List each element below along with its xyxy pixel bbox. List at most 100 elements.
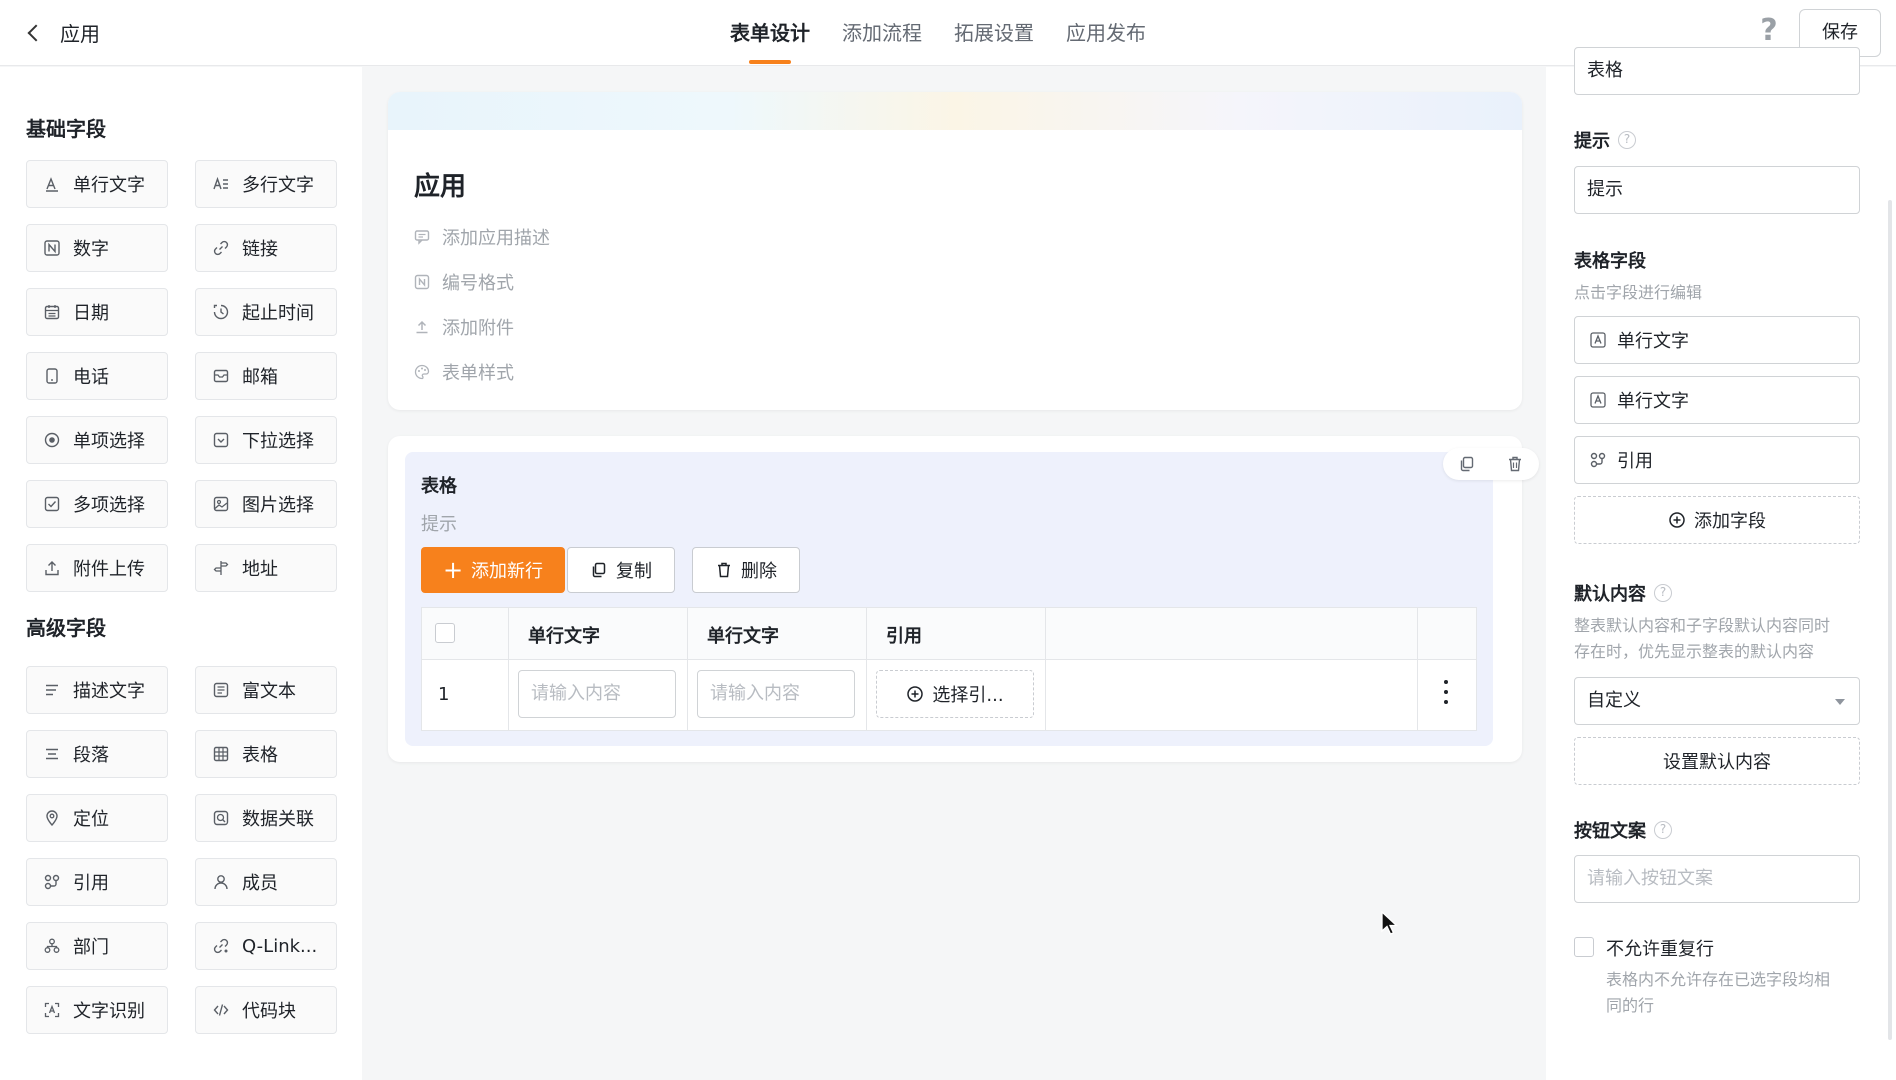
select-reference-button[interactable]: 选择引...: [876, 670, 1034, 718]
default-content-select[interactable]: 自定义: [1574, 677, 1860, 725]
add-description-link[interactable]: 添加应用描述: [414, 224, 550, 250]
palette-field-label: 日期: [73, 303, 109, 324]
palette-field-button[interactable]: 引用: [26, 858, 168, 906]
select-all-checkbox[interactable]: [435, 623, 455, 643]
button-text-input[interactable]: 请输入按钮文案: [1574, 855, 1860, 903]
add-attachment-link[interactable]: 添加附件: [414, 314, 514, 340]
code-icon: [212, 1001, 230, 1019]
table-field-item[interactable]: 引用: [1574, 436, 1860, 484]
question-icon[interactable]: ?: [1618, 131, 1636, 149]
select-ref-label: 选择引...: [932, 685, 1004, 706]
form-style-link[interactable]: 表单样式: [414, 359, 514, 385]
add-row-button[interactable]: + 添加新行: [421, 547, 565, 593]
button-text-label-text: 按钮文案: [1574, 821, 1646, 842]
properties-scrollbar[interactable]: [1888, 200, 1892, 1040]
palette-field-button[interactable]: 表格: [195, 730, 337, 778]
mouse-cursor-icon: [1381, 911, 1399, 935]
attachment-icon: [414, 319, 430, 335]
question-icon[interactable]: ?: [1654, 584, 1672, 602]
text-line-icon: [43, 175, 61, 193]
member-icon: [212, 873, 230, 891]
properties-panel: 表格 提示 ? 提示 表格字段 点击字段进行编辑 单行文字 单行文字 引用 添加…: [1546, 47, 1896, 1080]
add-row-label: 添加新行: [471, 561, 544, 582]
palette-field-button[interactable]: 地址: [195, 544, 337, 592]
default-content-sub: 存在时，优先显示整表的默认内容: [1574, 642, 1815, 661]
trash-icon[interactable]: [1506, 455, 1524, 473]
palette-field-label: 数据关联: [242, 809, 314, 830]
palette-field-label: 链接: [242, 239, 278, 260]
hint-input[interactable]: 提示: [1574, 166, 1860, 214]
location-icon: [43, 809, 61, 827]
form-title[interactable]: 应用: [414, 166, 466, 203]
palette-field-button[interactable]: 多行文字: [195, 160, 337, 208]
palette-field-button[interactable]: 数据关联: [195, 794, 337, 842]
no-duplicate-label[interactable]: 不允许重复行: [1606, 935, 1714, 961]
palette-field-label: 成员: [242, 873, 278, 894]
palette-field-label: 段落: [73, 745, 109, 766]
upload-icon: [43, 559, 61, 577]
palette-field-button[interactable]: 文字识别: [26, 986, 168, 1034]
palette-field-button[interactable]: Q-Link...: [195, 922, 337, 970]
add-field-button[interactable]: 添加字段: [1574, 496, 1860, 544]
palette-field-button[interactable]: 成员: [195, 858, 337, 906]
set-default-button[interactable]: 设置默认内容: [1574, 737, 1860, 785]
palette-field-button[interactable]: 单行文字: [26, 160, 168, 208]
palette-field-button[interactable]: 单项选择: [26, 416, 168, 464]
palette-field-button[interactable]: 定位: [26, 794, 168, 842]
table-field-item[interactable]: 单行文字: [1574, 316, 1860, 364]
palette-field-button[interactable]: 下拉选择: [195, 416, 337, 464]
palette-field-button[interactable]: 多项选择: [26, 480, 168, 528]
mail-icon: [212, 367, 230, 385]
palette-field-button[interactable]: 富文本: [195, 666, 337, 714]
palette-field-label: 起止时间: [242, 303, 314, 324]
checkbox-icon: [43, 495, 61, 513]
palette-field-button[interactable]: 电话: [26, 352, 168, 400]
palette-field-button[interactable]: 起止时间: [195, 288, 337, 336]
copy-icon[interactable]: [1458, 455, 1476, 473]
question-icon[interactable]: ?: [1654, 821, 1672, 839]
link-icon: [212, 239, 230, 257]
palette-field-label: 富文本: [242, 681, 296, 702]
palette-field-button[interactable]: 段落: [26, 730, 168, 778]
palette-field-button[interactable]: 日期: [26, 288, 168, 336]
copy-label: 复制: [616, 561, 652, 582]
header-banner: [388, 92, 1522, 130]
rich-text-icon: [212, 681, 230, 699]
table-title: 表格: [421, 476, 457, 497]
cell-input[interactable]: 请输入内容: [518, 670, 676, 718]
table-field-selected[interactable]: 表格 提示 + 添加新行 复制 删除 单行文字 单行文字 引用 1 请输入内容: [405, 448, 1539, 746]
no-duplicate-checkbox[interactable]: [1574, 937, 1594, 957]
palette-field-button[interactable]: 代码块: [195, 986, 337, 1034]
tab-publish[interactable]: 应用发布: [1066, 0, 1146, 66]
field-toolbar: [1443, 448, 1539, 480]
delete-button[interactable]: 删除: [692, 547, 800, 593]
palette-field-button[interactable]: 邮箱: [195, 352, 337, 400]
ocr-icon: [43, 1001, 61, 1019]
field-title-input[interactable]: 表格: [1574, 47, 1860, 95]
tab-form-design[interactable]: 表单设计: [730, 0, 810, 66]
tab-extend-settings[interactable]: 拓展设置: [954, 0, 1034, 66]
palette-field-button[interactable]: 附件上传: [26, 544, 168, 592]
help-icon[interactable]: ?: [1756, 16, 1782, 46]
more-vertical-icon[interactable]: [1442, 680, 1450, 704]
palette-field-button[interactable]: 数字: [26, 224, 168, 272]
table-field-item[interactable]: 单行文字: [1574, 376, 1860, 424]
back-button[interactable]: 应用: [24, 18, 100, 47]
palette-field-label: 引用: [73, 873, 109, 894]
cell-input[interactable]: 请输入内容: [697, 670, 855, 718]
palette-field-button[interactable]: 描述文字: [26, 666, 168, 714]
palette-field-label: 定位: [73, 809, 109, 830]
copy-button[interactable]: 复制: [567, 547, 675, 593]
number-format-link[interactable]: 编号格式: [414, 269, 514, 295]
time-range-icon: [212, 303, 230, 321]
palette-field-button[interactable]: 链接: [195, 224, 337, 272]
image-icon: [212, 495, 230, 513]
tab-add-flow[interactable]: 添加流程: [842, 0, 922, 66]
plus-circle-icon: [906, 685, 924, 703]
advanced-fields-title: 高级字段: [26, 616, 106, 640]
table-field-card[interactable]: 表格 提示 + 添加新行 复制 删除 单行文字 单行文字 引用 1 请输入内容: [388, 436, 1539, 762]
palette-field-button[interactable]: 图片选择: [195, 480, 337, 528]
palette-field-label: 文字识别: [73, 1001, 145, 1022]
calendar-icon: [43, 303, 61, 321]
palette-field-button[interactable]: 部门: [26, 922, 168, 970]
